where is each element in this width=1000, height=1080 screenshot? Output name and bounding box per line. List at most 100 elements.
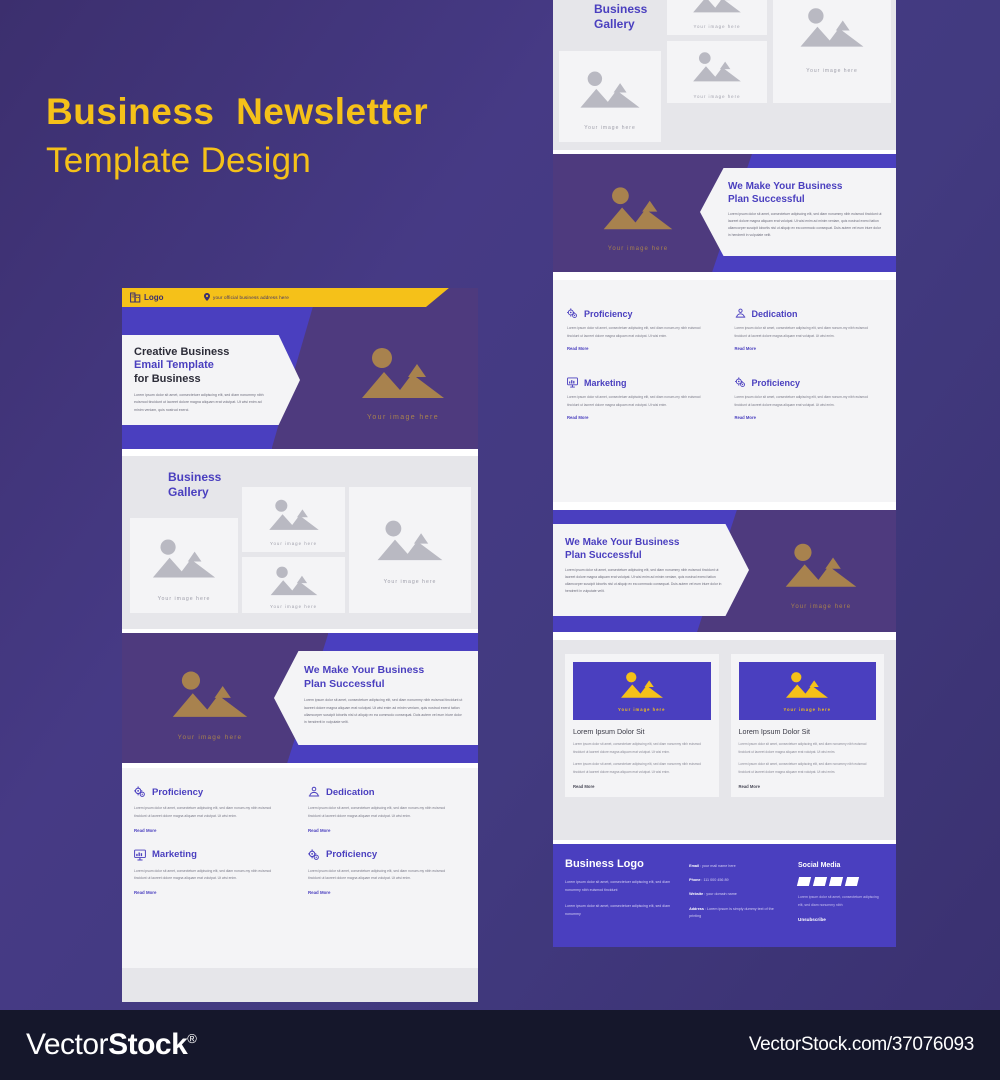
image-mountain-icon	[786, 672, 829, 699]
plan-section-reversed: Your image here We Make Your Business Pl…	[553, 510, 896, 632]
card-image-caption: Your image here	[617, 706, 666, 712]
feature-title: Marketing	[152, 849, 197, 861]
social-icon[interactable]	[828, 877, 844, 886]
footer-contact-label: Phone	[689, 877, 701, 882]
content-card[interactable]: Your image here Lorem Ipsum Dolor Sit Lo…	[565, 654, 719, 797]
gallery-title-line2: Gallery	[594, 17, 635, 31]
feature-title: Proficiency	[152, 786, 204, 798]
gallery-section: Business Gallery Your image here Your im…	[553, 0, 896, 150]
social-icon[interactable]	[796, 877, 812, 886]
feature-read-more[interactable]: Read More	[567, 346, 715, 351]
gears-icon	[134, 786, 145, 797]
plan-heading-2: Plan Successful	[304, 677, 385, 690]
footer-section: Business Logo Lorem ipsum dolor sit amet…	[553, 844, 896, 947]
plan-body: Lorem ipsum dolor sit amet, consectetuer…	[304, 698, 463, 725]
feature-title: Dedication	[751, 308, 798, 319]
feature-read-more[interactable]: Read More	[735, 415, 883, 420]
gallery-tile[interactable]: Your image here	[349, 487, 471, 613]
gallery-tile[interactable]: Your image here	[667, 0, 767, 35]
plan-text-card: We Make Your Business Plan Successful Lo…	[700, 168, 896, 256]
watermark-bar: VectorStock® VectorStock.com/37076093	[0, 1010, 1000, 1080]
feature-read-more[interactable]: Read More	[735, 346, 883, 351]
hero-body: Lorem ipsum dolor sit amet, consectetuer…	[134, 393, 264, 412]
gallery-tile[interactable]: Your image here	[773, 0, 891, 103]
footer-contact-item: Website : your domain name	[689, 891, 737, 896]
footer-contact-value: your domain name	[706, 891, 737, 896]
footer-social-note: Lorem ipsum dolor sit amet, consectetuer…	[798, 895, 879, 907]
hero-image-caption: Your image here	[366, 414, 440, 421]
gears-icon	[734, 377, 745, 388]
feature-item[interactable]: Proficiency Lorem ipsum dolor sit amet, …	[735, 377, 883, 420]
plan-text-card: We Make Your Business Plan Successful Lo…	[274, 651, 478, 745]
image-mountain-icon	[785, 543, 857, 587]
gallery-title: Business Gallery	[168, 470, 221, 500]
image-mountain-icon	[580, 71, 640, 108]
card-image: Your image here	[573, 662, 711, 720]
feature-item[interactable]: Marketing Lorem ipsum dolor sit amet, co…	[134, 849, 292, 895]
logo[interactable]: Logo	[130, 291, 164, 303]
image-mountain-icon	[620, 672, 663, 699]
plan-text-card: We Make Your Business Plan Successful Lo…	[553, 524, 749, 616]
topbar: Logo your official business address here	[122, 288, 478, 307]
handshake-icon	[735, 308, 745, 318]
footer-about-2: Lorem ipsum dolor sit amet, consectetuer…	[565, 903, 671, 916]
feature-body: Lorem ipsum dolor sit amet, consectetuer…	[567, 395, 701, 407]
footer-contact-label: Website	[689, 891, 704, 896]
feature-item[interactable]: Dedication Lorem ipsum dolor sit amet, c…	[308, 786, 466, 833]
gallery-tile[interactable]: Your image here	[242, 557, 345, 613]
feature-read-more[interactable]: Read More	[134, 828, 292, 833]
unsubscribe-link[interactable]: Unsubscribe	[798, 917, 884, 922]
poster-title-line2: Template Design	[46, 140, 312, 180]
content-card[interactable]: Your image here Lorem Ipsum Dolor Sit Lo…	[730, 654, 884, 797]
gallery-tile[interactable]: Your image here	[130, 518, 238, 613]
image-mountain-icon	[693, 0, 741, 12]
gallery-tile[interactable]: Your image here	[667, 41, 767, 103]
feature-body: Lorem ipsum dolor sit amet, consectetuer…	[134, 806, 272, 818]
card-body-2: Lorem ipsum dolor sit amet, consectetuer…	[573, 762, 701, 775]
feature-body: Lorem ipsum dolor sit amet, consectetuer…	[134, 868, 272, 881]
feature-read-more[interactable]: Read More	[308, 828, 466, 833]
gallery-tile[interactable]: Your image here	[242, 487, 345, 552]
social-icon[interactable]	[844, 877, 860, 886]
feature-item[interactable]: Proficiency Lorem ipsum dolor sit amet, …	[134, 786, 292, 833]
footer-contact-item: Phone : 111 000 456 89	[689, 877, 729, 882]
image-mountain-icon	[603, 187, 673, 230]
address-text: your official business address here	[213, 294, 289, 300]
gallery-tile-caption: Your image here	[383, 579, 437, 586]
registered-mark: ®	[187, 1031, 197, 1046]
plan-image-caption: Your image here	[177, 734, 243, 741]
card-read-more[interactable]: Read More	[573, 784, 711, 789]
footer-social-column: Social Media Lorem ipsum dolor sit amet,…	[796, 858, 884, 922]
logo-label: Logo	[144, 292, 164, 302]
card-body-1: Lorem ipsum dolor sit amet, consectetuer…	[738, 742, 867, 754]
plan-section: Your image here We Make Your Business Pl…	[122, 633, 478, 763]
feature-title: Proficiency	[751, 377, 801, 388]
feature-read-more[interactable]: Read More	[134, 890, 292, 895]
feature-item[interactable]: Proficiency Lorem ipsum dolor sit amet, …	[308, 849, 466, 895]
feature-item[interactable]: Proficiency Lorem ipsum dolor sit amet, …	[567, 308, 715, 351]
hero-heading-3: for Business	[134, 372, 201, 385]
social-icon[interactable]	[812, 877, 828, 886]
gallery-tile[interactable]: Your image here	[559, 51, 661, 142]
card-title: Lorem Ipsum Dolor Sit	[573, 727, 645, 736]
feature-title: Dedication	[326, 786, 375, 798]
footer-contact-item: Email : your mail name here	[689, 864, 736, 868]
gallery-tile-caption: Your image here	[693, 23, 741, 29]
newsletter-mockup-right: Business Gallery Your image here Your im…	[553, 0, 896, 947]
plan-heading-2: Plan Successful	[728, 194, 805, 205]
feature-body: Lorem ipsum dolor sit amet, consectetuer…	[734, 326, 868, 338]
hero-image-placeholder: Your image here	[338, 335, 468, 425]
feature-read-more[interactable]: Read More	[308, 890, 466, 895]
logo-text-bold: Stock	[108, 1028, 188, 1061]
vectorstock-url: VectorStock.com/37076093	[748, 1034, 974, 1055]
feature-read-more[interactable]: Read More	[567, 415, 715, 420]
gallery-title: Business Gallery	[594, 2, 647, 32]
feature-item[interactable]: Dedication Lorem ipsum dolor sit amet, c…	[734, 308, 883, 352]
gallery-tile-caption: Your image here	[693, 93, 741, 99]
card-read-more[interactable]: Read More	[739, 784, 877, 789]
feature-item[interactable]: Marketing Lorem ipsum dolor sit amet, co…	[567, 377, 715, 421]
gears-icon	[308, 849, 319, 860]
gallery-tile-caption: Your image here	[269, 603, 318, 609]
social-icons[interactable]	[796, 877, 884, 886]
footer-brand: Business Logo	[565, 858, 644, 870]
